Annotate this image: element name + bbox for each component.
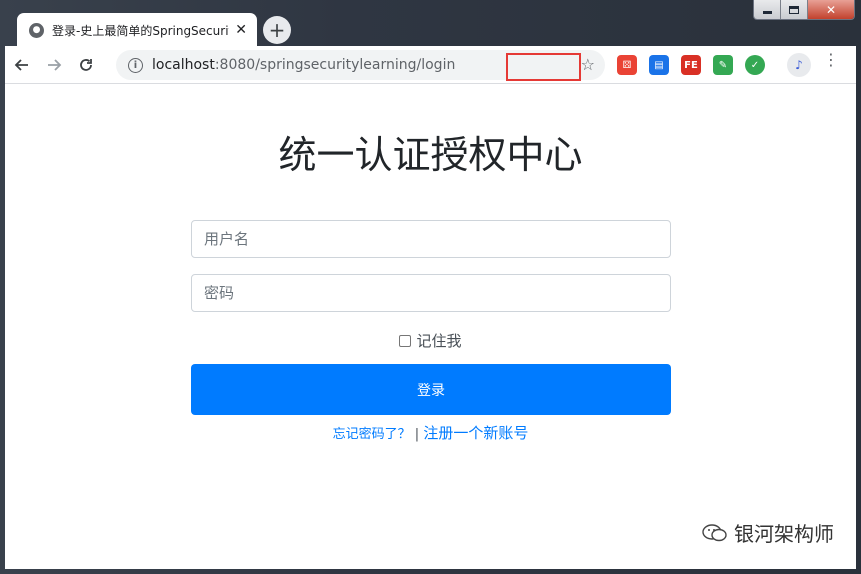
- remember-me-label[interactable]: 记住我: [416, 330, 461, 351]
- globe-icon: ●: [29, 22, 44, 38]
- register-link[interactable]: 注册一个新账号: [423, 424, 528, 442]
- page-content: 统一认证授权中心 记住我 登录 忘记密码了？ | 注册一个新账号 银河架构师: [5, 84, 856, 569]
- maximize-icon: [789, 5, 799, 14]
- check-icon[interactable]: ✓: [745, 55, 765, 75]
- username-input[interactable]: [191, 220, 671, 258]
- plus-icon: +: [268, 18, 286, 42]
- account-links: 忘记密码了？ | 注册一个新账号: [5, 422, 856, 443]
- tab-close-icon[interactable]: ✕: [235, 22, 247, 38]
- address-bar[interactable]: i localhost:8080/springsecuritylearning/…: [116, 50, 605, 81]
- menu-kebab-icon[interactable]: ⋮: [823, 52, 839, 68]
- close-window-button[interactable]: ✕: [808, 0, 854, 19]
- back-button[interactable]: [7, 50, 37, 80]
- arrow-right-icon: [48, 58, 62, 71]
- reload-button[interactable]: [71, 50, 101, 80]
- forward-button[interactable]: [39, 50, 69, 80]
- info-icon[interactable]: i: [128, 57, 143, 73]
- remember-me-checkbox[interactable]: [399, 334, 412, 347]
- watermark-text: 银河架构师: [734, 522, 834, 546]
- url-highlight-box: [506, 53, 581, 81]
- wechat-icon: [702, 523, 727, 541]
- page-title: 统一认证授权中心: [278, 133, 583, 177]
- tab-title: 登录-史上最简单的SpringSecurity: [52, 23, 230, 38]
- password-input[interactable]: [191, 274, 671, 312]
- minimize-icon: [762, 11, 772, 14]
- minimize-button[interactable]: [754, 0, 781, 19]
- profile-avatar[interactable]: ♪: [787, 53, 811, 77]
- link-separator: |: [414, 427, 420, 442]
- puzzle-icon[interactable]: ✎: [713, 55, 733, 75]
- login-button[interactable]: 登录: [191, 364, 671, 415]
- url-text[interactable]: localhost:8080/springsecuritylearning/lo…: [152, 57, 455, 73]
- window-controls: ✕: [753, 0, 855, 20]
- reload-icon: [80, 58, 92, 71]
- url-host: localhost: [152, 57, 215, 73]
- dice-icon[interactable]: ⚄: [617, 55, 637, 75]
- cast-icon[interactable]: ▤: [649, 55, 669, 75]
- browser-toolbar: i localhost:8080/springsecuritylearning/…: [5, 46, 856, 84]
- watermark: 银河架构师: [702, 518, 834, 547]
- browser-tab[interactable]: ● 登录-史上最简单的SpringSecurity ✕: [17, 13, 257, 47]
- remember-me-row: 记住我: [5, 330, 856, 351]
- url-path: :8080/springsecuritylearning/login: [214, 57, 456, 73]
- fe-icon[interactable]: FE: [681, 55, 701, 75]
- music-note-icon: ♪: [795, 58, 803, 72]
- forgot-password-link[interactable]: 忘记密码了？: [333, 427, 411, 442]
- bookmark-star-icon[interactable]: ☆: [581, 55, 595, 74]
- arrow-left-icon: [14, 58, 28, 71]
- new-tab-button[interactable]: +: [263, 16, 291, 44]
- maximize-button[interactable]: [781, 0, 808, 19]
- close-icon: ✕: [825, 2, 837, 17]
